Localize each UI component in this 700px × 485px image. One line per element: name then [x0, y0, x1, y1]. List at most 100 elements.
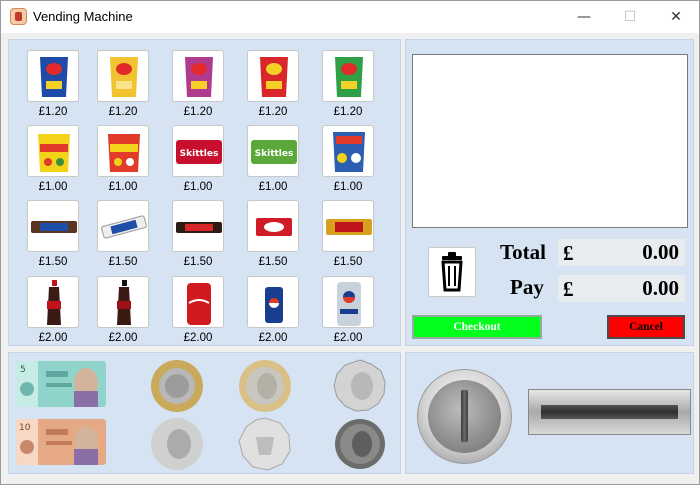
product-item[interactable]: £1.50 — [321, 200, 375, 270]
kitkat-bar-icon[interactable] — [247, 200, 299, 252]
window-title: Vending Machine — [33, 9, 133, 24]
product-item[interactable]: Skittles £1.00 — [171, 125, 225, 195]
product-item[interactable]: Skittles £1.00 — [246, 125, 300, 195]
order-display — [412, 54, 688, 228]
product-item[interactable]: £2.00 — [246, 276, 300, 346]
product-price: £1.00 — [183, 181, 213, 193]
coin-return-knob-face — [428, 380, 501, 453]
total-label: Total — [500, 240, 546, 264]
note-slot[interactable] — [528, 389, 691, 435]
product-item[interactable]: £2.00 — [96, 276, 150, 346]
ten-pound-note-icon[interactable]: 10 — [16, 419, 106, 465]
pay-amount-box: £ 0.00 — [558, 275, 685, 302]
product-grid: £1.20 £1.20 £1.20 £1.20 £1.20 £1.00 £1.0… — [17, 50, 392, 344]
svg-text:Skittles: Skittles — [180, 149, 219, 159]
snickers-bar-white-icon[interactable] — [97, 200, 149, 252]
pepsi-can-icon[interactable] — [247, 276, 299, 328]
five-pound-note-icon[interactable]: 5 — [16, 361, 106, 407]
svg-text:Skittles: Skittles — [255, 149, 294, 159]
ten-pence-coin-icon[interactable] — [238, 417, 292, 471]
twenty-pence-coin-icon[interactable] — [150, 417, 204, 471]
pay-label: Pay — [510, 275, 544, 299]
walkers-crisps-blue-icon[interactable] — [27, 50, 79, 102]
knob-slot-icon — [461, 390, 468, 442]
app-icon — [10, 8, 27, 25]
money-panel: 5 10 — [8, 352, 401, 474]
product-price: £1.20 — [333, 106, 363, 118]
product-price: £1.50 — [108, 256, 138, 268]
order-panel: Total £ 0.00 Pay £ 0.00 Checkout Cancel — [405, 39, 694, 346]
maximize-button[interactable]: ☐ — [607, 1, 653, 33]
walkers-crisps-green-icon[interactable] — [322, 50, 374, 102]
coca-cola-bottle-icon[interactable] — [27, 276, 79, 328]
currency-symbol: £ — [563, 277, 574, 301]
product-price: £1.20 — [108, 106, 138, 118]
coin-return-knob[interactable] — [417, 369, 512, 464]
total-value: 0.00 — [642, 240, 679, 264]
skittles-green-icon[interactable]: Skittles — [247, 125, 299, 177]
product-price: £2.00 — [38, 332, 68, 344]
product-price: £2.00 — [258, 332, 288, 344]
coca-cola-can-icon[interactable] — [172, 276, 224, 328]
product-item[interactable]: £1.20 — [171, 50, 225, 120]
product-item[interactable]: £1.20 — [246, 50, 300, 120]
trash-icon — [441, 252, 463, 292]
snickers-bar-icon[interactable] — [27, 200, 79, 252]
total-amount-box: £ 0.00 — [558, 239, 685, 266]
mars-bar-icon[interactable] — [172, 200, 224, 252]
product-price: £1.50 — [183, 256, 213, 268]
note-value: 10 — [19, 423, 31, 433]
product-item[interactable]: £1.50 — [26, 200, 80, 270]
minimize-button[interactable]: — — [561, 1, 607, 33]
product-item[interactable]: £1.50 — [96, 200, 150, 270]
product-price: £2.00 — [183, 332, 213, 344]
product-price: £2.00 — [333, 332, 363, 344]
clear-basket-button[interactable] — [428, 247, 476, 297]
cancel-button[interactable]: Cancel — [607, 315, 685, 339]
product-item[interactable]: £1.00 — [321, 125, 375, 195]
product-price: £1.50 — [38, 256, 68, 268]
product-price: £1.20 — [258, 106, 288, 118]
walkers-crisps-yellow-icon[interactable] — [97, 50, 149, 102]
two-pound-coin-icon[interactable] — [150, 359, 204, 413]
twix-bar-icon[interactable] — [322, 200, 374, 252]
currency-symbol: £ — [563, 241, 574, 265]
product-price: £1.20 — [183, 106, 213, 118]
product-price: £1.00 — [258, 181, 288, 193]
product-item[interactable]: £2.00 — [321, 276, 375, 346]
product-price: £1.00 — [333, 181, 363, 193]
note-slot-opening — [541, 405, 678, 419]
walkers-crisps-red-icon[interactable] — [247, 50, 299, 102]
product-item[interactable]: £1.20 — [96, 50, 150, 120]
product-item[interactable]: £2.00 — [26, 276, 80, 346]
note-value: 5 — [20, 365, 26, 375]
vending-machine-window: Vending Machine — ☐ ✕ £1.20 £1.20 £1.20 … — [0, 0, 700, 485]
one-pound-coin-icon[interactable] — [238, 359, 292, 413]
product-price: £1.50 — [333, 256, 363, 268]
walkers-crisps-purple-icon[interactable] — [172, 50, 224, 102]
fifty-pence-coin-icon[interactable] — [333, 359, 387, 413]
product-item[interactable]: £1.50 — [246, 200, 300, 270]
product-price: £1.50 — [258, 256, 288, 268]
product-price: £1.00 — [108, 181, 138, 193]
haribo-starmix-icon[interactable] — [322, 125, 374, 177]
haribo-bag-yellow-icon[interactable] — [27, 125, 79, 177]
product-price: £1.00 — [38, 181, 68, 193]
coin-slot-panel — [405, 352, 694, 474]
five-pence-coin-icon[interactable] — [333, 417, 387, 471]
product-item[interactable]: £1.00 — [96, 125, 150, 195]
close-button[interactable]: ✕ — [653, 1, 699, 33]
product-item[interactable]: £1.00 — [26, 125, 80, 195]
haribo-bag-red-icon[interactable] — [97, 125, 149, 177]
product-item[interactable]: £1.50 — [171, 200, 225, 270]
product-item[interactable]: £1.20 — [321, 50, 375, 120]
checkout-button[interactable]: Checkout — [412, 315, 542, 339]
product-item[interactable]: £1.20 — [26, 50, 80, 120]
coke-zero-bottle-icon[interactable] — [97, 276, 149, 328]
products-panel: £1.20 £1.20 £1.20 £1.20 £1.20 £1.00 £1.0… — [8, 39, 401, 346]
diet-pepsi-can-icon[interactable] — [322, 276, 374, 328]
skittles-red-icon[interactable]: Skittles — [172, 125, 224, 177]
product-price: £2.00 — [108, 332, 138, 344]
title-bar: Vending Machine — ☐ ✕ — [1, 1, 699, 33]
product-item[interactable]: £2.00 — [171, 276, 225, 346]
